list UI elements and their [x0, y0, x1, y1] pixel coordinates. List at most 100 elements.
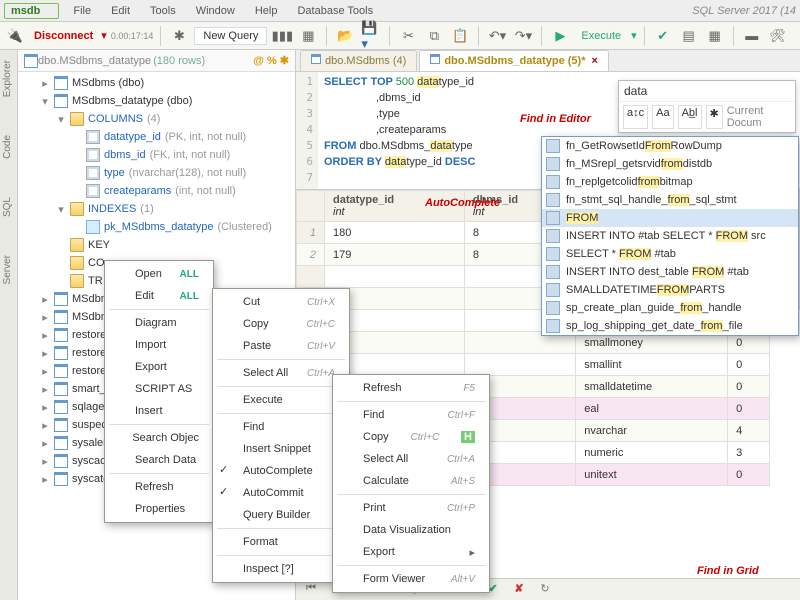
database-selector[interactable]: msdb — [4, 3, 59, 19]
menu-item[interactable]: ✓AutoComplete — [213, 460, 349, 482]
editor-context-menu[interactable]: CutCtrl+XCopyCtrl+CPasteCtrl+VSelect All… — [212, 288, 350, 583]
menu-item[interactable]: Select AllCtrl+A — [213, 362, 349, 384]
tree-node[interactable]: pk_MSdbms_datatype (Clustered) — [18, 218, 295, 236]
autocomplete-popup[interactable]: fn_GetRowsetIdFromRowDumpfn_MSrepl_getsr… — [541, 136, 799, 336]
find-input[interactable] — [619, 81, 795, 101]
menu-item[interactable]: Refresh — [105, 476, 213, 498]
rollback-icon[interactable]: ✘ — [510, 582, 528, 598]
menu-item[interactable]: Import — [105, 334, 213, 356]
save-icon[interactable]: 💾▾ — [360, 25, 382, 47]
tools-icon[interactable]: 🛠 — [767, 25, 789, 47]
menu-item[interactable]: Execute — [213, 389, 349, 411]
menu-file[interactable]: File — [67, 3, 97, 19]
menu-item[interactable]: SCRIPT AS — [105, 378, 213, 400]
vtab-explorer[interactable]: Explorer — [0, 56, 17, 101]
find-scope[interactable]: Current Docum — [727, 105, 791, 129]
paste-icon[interactable]: 📋 — [449, 25, 471, 47]
undo-icon[interactable]: ↶▾ — [486, 25, 508, 47]
editor-tab[interactable]: dbo.MSdbms_datatype (5)*× — [419, 50, 609, 71]
menu-item[interactable]: Search Data — [105, 449, 213, 471]
tree-node[interactable]: dbms_id (FK, int, not null) — [18, 146, 295, 164]
close-tab-icon[interactable]: × — [592, 55, 598, 67]
columns-icon[interactable]: ▮▮▮ — [271, 25, 293, 47]
find-panel[interactable]: a↕c Aa Ab̲l ✱ Current Docum — [618, 80, 796, 133]
tree-node[interactable]: ▸MSdbms (dbo) — [18, 74, 295, 92]
menu-item[interactable]: Properties — [105, 498, 213, 520]
menu-item[interactable]: Form ViewerAlt+V — [333, 568, 489, 590]
find-opt-aa[interactable]: Aa — [652, 105, 673, 129]
connect-icon[interactable]: 🔌 — [4, 25, 26, 47]
editor-tab[interactable]: dbo.MSdbms (4) — [300, 50, 417, 71]
execute-button[interactable]: Execute — [575, 28, 627, 44]
menu-item[interactable]: Search Objec — [105, 427, 213, 449]
find-opt-case[interactable]: a↕c — [623, 105, 648, 129]
menu-item[interactable]: Insert — [105, 400, 213, 422]
tree-node[interactable]: type (nvarchar(128), not null) — [18, 164, 295, 182]
menu-item[interactable]: Export — [105, 356, 213, 378]
tree-node[interactable]: ▾MSdbms_datatype (dbo) — [18, 92, 295, 110]
menu-item[interactable]: CalculateAlt+S — [333, 470, 489, 492]
new-query-button[interactable]: New Query — [194, 27, 267, 45]
menu-item[interactable]: FindCtrl+F — [333, 404, 489, 426]
vtab-sql[interactable]: SQL — [0, 193, 17, 221]
autocomplete-item[interactable]: FROM — [542, 209, 798, 227]
find-opt-regex[interactable]: ✱ — [706, 105, 723, 129]
first-icon[interactable]: ⏮ — [302, 582, 320, 598]
menu-item[interactable]: Export▸ — [333, 541, 489, 563]
tree-badges[interactable]: @ % ✱ — [253, 54, 289, 67]
stop-icon[interactable]: ▬ — [741, 25, 763, 47]
find-opt-word[interactable]: Ab̲l — [678, 105, 702, 129]
tree-node[interactable]: KEY — [18, 236, 295, 254]
menu-item[interactable]: EditALL — [105, 285, 213, 307]
tree-context-menu[interactable]: OpenALLEditALL DiagramImportExportSCRIPT … — [104, 260, 214, 523]
autocomplete-item[interactable]: fn_MSrepl_getsrvidfromdistdb — [542, 155, 798, 173]
cut-icon[interactable]: ✂ — [397, 25, 419, 47]
autocomplete-item[interactable]: sp_log_shipping_get_date_from_file — [542, 317, 798, 335]
menu-item[interactable]: OpenALL — [105, 263, 213, 285]
autocomplete-item[interactable]: INSERT INTO dest_table FROM #tab — [542, 263, 798, 281]
tree-node[interactable]: createparams (int, not null) — [18, 182, 295, 200]
menu-item[interactable]: Diagram — [105, 312, 213, 334]
menu-item[interactable]: Format — [213, 531, 349, 553]
menu-item[interactable]: Insert Snippet — [213, 438, 349, 460]
table-icon[interactable]: ▦ — [297, 25, 319, 47]
autocomplete-item[interactable]: fn_GetRowsetIdFromRowDump — [542, 137, 798, 155]
check-icon[interactable]: ✔ — [652, 25, 674, 47]
refresh-grid-icon[interactable]: ↻ — [536, 582, 554, 598]
code-area[interactable]: SELECT TOP 500 datatype_id ,dbms_id ,typ… — [318, 72, 481, 189]
menu-item[interactable]: PasteCtrl+V — [213, 335, 349, 357]
menu-item[interactable]: CopyCtrl+CH — [333, 426, 489, 448]
run-icon[interactable]: ▶ — [549, 25, 571, 47]
menu-database-tools[interactable]: Database Tools — [291, 3, 379, 19]
table-result-icon[interactable]: ▦ — [704, 25, 726, 47]
autocomplete-item[interactable]: INSERT INTO #tab SELECT * FROM src — [542, 227, 798, 245]
menu-help[interactable]: Help — [249, 3, 284, 19]
copy-icon[interactable]: ⧉ — [423, 25, 445, 47]
autocomplete-item[interactable]: fn_replgetcolidfrombitmap — [542, 173, 798, 191]
autocomplete-item[interactable]: fn_stmt_sql_handle_from_sql_stmt — [542, 191, 798, 209]
redo-icon[interactable]: ↷▾ — [512, 25, 534, 47]
autocomplete-item[interactable]: sp_create_plan_guide_from_handle — [542, 299, 798, 317]
menu-item[interactable]: RefreshF5 — [333, 377, 489, 399]
tree-node[interactable]: datatype_id (PK, int, not null) — [18, 128, 295, 146]
menu-edit[interactable]: Edit — [105, 3, 136, 19]
autocomplete-item[interactable]: SELECT * FROM #tab — [542, 245, 798, 263]
menu-item[interactable]: ✓AutoCommit — [213, 482, 349, 504]
open-folder-icon[interactable]: 📂 — [334, 25, 356, 47]
tree-node[interactable]: ▾INDEXES (1) — [18, 200, 295, 218]
vtab-server[interactable]: Server — [0, 251, 17, 288]
menu-tools[interactable]: Tools — [144, 3, 182, 19]
disconnect-button[interactable]: Disconnect — [30, 28, 97, 44]
tree-node[interactable]: ▾COLUMNS (4) — [18, 110, 295, 128]
menu-item[interactable]: PrintCtrl+P — [333, 497, 489, 519]
vtab-code[interactable]: Code — [0, 131, 17, 163]
menu-item[interactable]: Data Visualization — [333, 519, 489, 541]
autocomplete-item[interactable]: SMALLDATETIMEFROMPARTS — [542, 281, 798, 299]
menu-item[interactable]: Query Builder — [213, 504, 349, 526]
new-icon[interactable]: ✱ — [168, 25, 190, 47]
menu-window[interactable]: Window — [190, 3, 241, 19]
grid-context-menu[interactable]: RefreshF5 FindCtrl+FCopyCtrl+CHSelect All… — [332, 374, 490, 593]
menu-item[interactable]: Find — [213, 416, 349, 438]
grid-icon[interactable]: ▤ — [678, 25, 700, 47]
menu-item[interactable]: Select AllCtrl+A — [333, 448, 489, 470]
